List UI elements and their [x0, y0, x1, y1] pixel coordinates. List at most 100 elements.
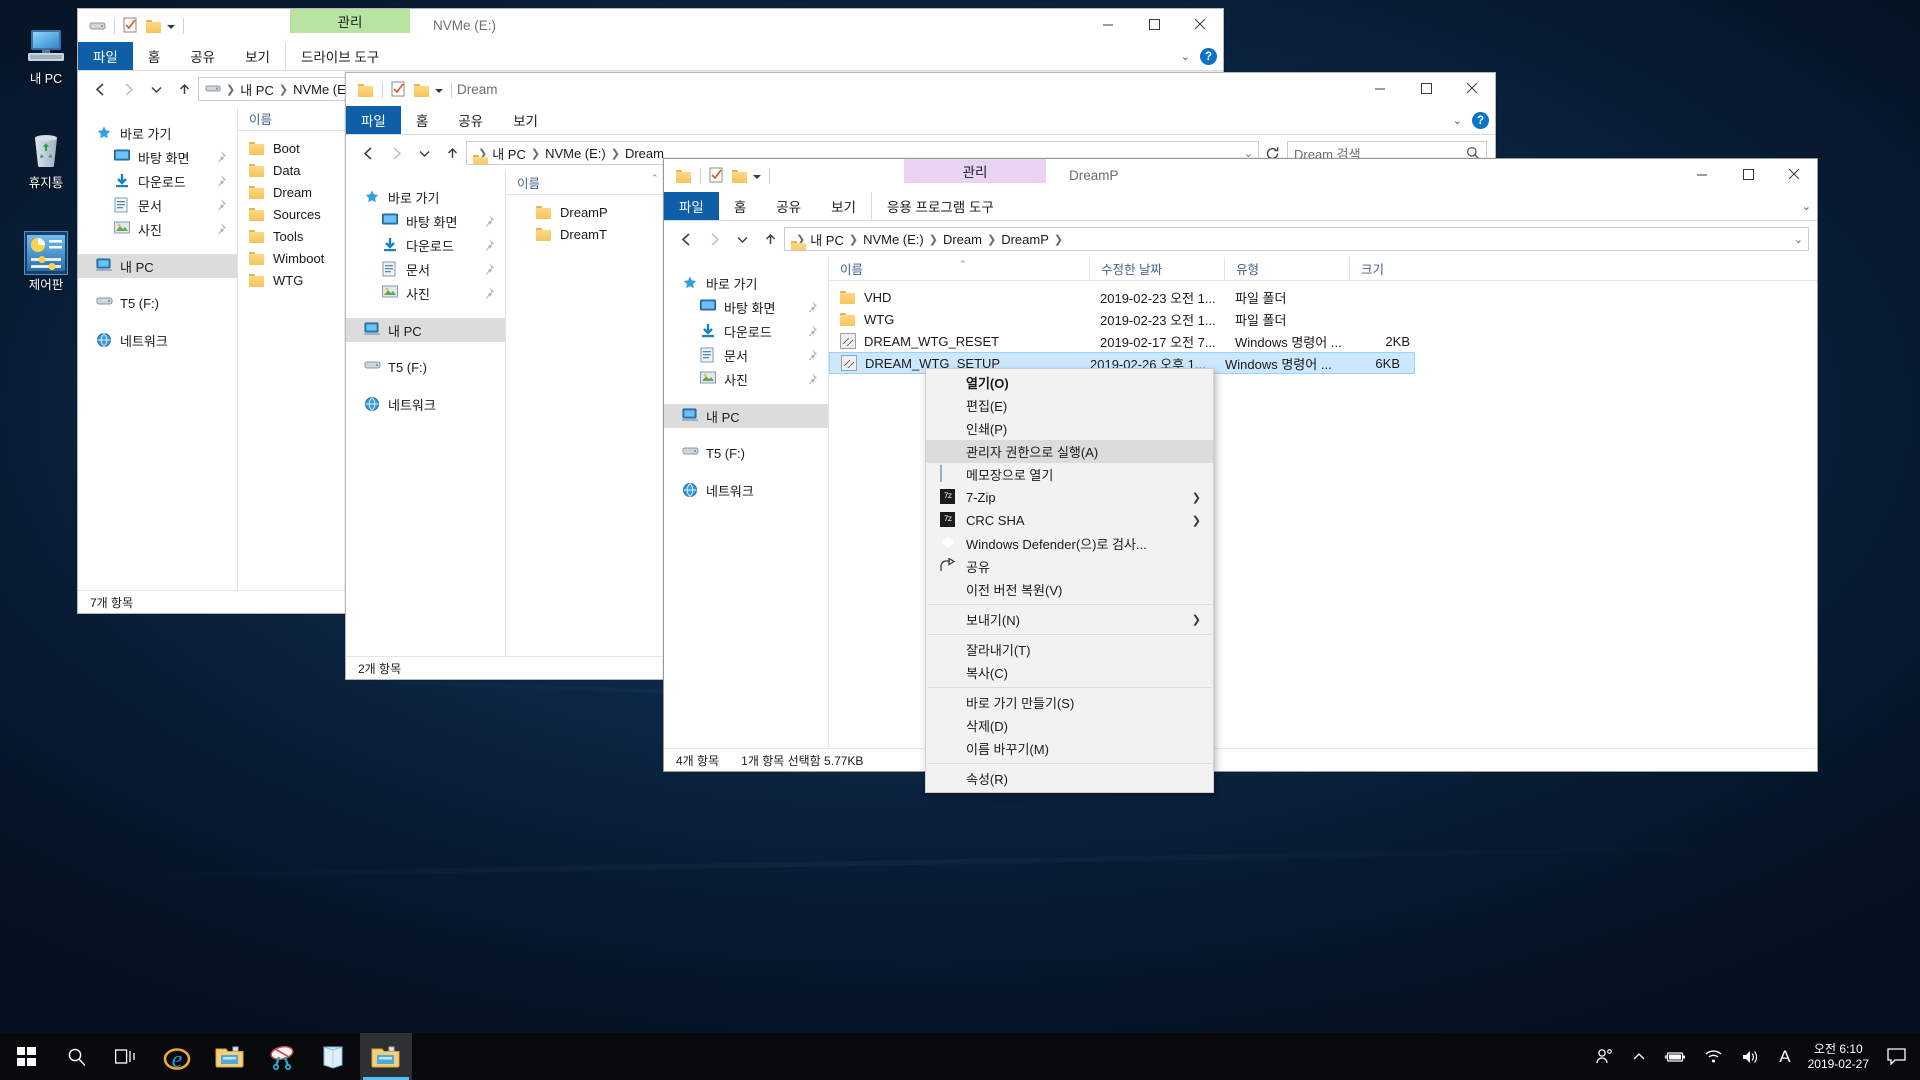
tab-share[interactable]: 공유 — [761, 192, 816, 220]
breadcrumb-item[interactable]: Dream — [939, 232, 986, 247]
taskbar[interactable]: e A 오전 6:10 2019-02-27 — [0, 1033, 1920, 1080]
close-button[interactable] — [1771, 159, 1817, 190]
properties-icon[interactable] — [709, 167, 726, 184]
tab-home[interactable]: 홈 — [719, 192, 761, 220]
nav-quick-access[interactable]: 바로 가기 — [664, 271, 828, 295]
maximize-button[interactable] — [1725, 159, 1771, 190]
qat-chevron-down-icon[interactable] — [435, 88, 443, 93]
nav-item-this-pc[interactable]: 내 PC — [346, 318, 505, 342]
tab-home[interactable]: 홈 — [401, 106, 443, 134]
ribbon-right-controls[interactable]: ⌄ ? — [1453, 106, 1489, 135]
nav-item-pictures[interactable]: 사진 — [78, 217, 237, 241]
nav-item-network[interactable]: 네트워크 — [664, 478, 828, 502]
context-menu-item[interactable]: 7z 7-Zip ❯ — [926, 486, 1213, 509]
column-date-modified[interactable]: 수정한 날짜 — [1089, 256, 1224, 281]
column-type[interactable]: 유형 — [1224, 256, 1349, 281]
navigation-pane[interactable]: 바로 가기 바탕 화면 다운로드 문서 사진 내 PC T5 (F:) 네트워크 — [346, 171, 506, 656]
pin-icon[interactable] — [214, 174, 227, 187]
pin-icon[interactable] — [214, 198, 227, 211]
column-name[interactable]: 이름 ⌃ — [829, 257, 1089, 281]
close-button[interactable] — [1449, 73, 1495, 104]
breadcrumb-item[interactable]: 내 PC — [806, 230, 848, 249]
nav-item-network[interactable]: 네트워크 — [78, 328, 237, 352]
table-row[interactable]: VHD 2019-02-23 오전 1... 파일 폴더 — [829, 286, 1817, 308]
pin-icon[interactable] — [482, 262, 495, 275]
back-button[interactable] — [86, 75, 114, 103]
maximize-button[interactable] — [1131, 9, 1177, 40]
help-icon[interactable]: ? — [1200, 48, 1217, 65]
qat-chevron-down-icon[interactable] — [167, 24, 175, 29]
clock[interactable]: 오전 6:10 2019-02-27 — [1800, 1042, 1881, 1072]
titlebar[interactable]: 관리 DreamP — [664, 159, 1817, 192]
quick-access-toolbar[interactable] — [664, 159, 773, 192]
nav-quick-access[interactable]: 바로 가기 — [346, 185, 505, 209]
contextual-tab-manage[interactable]: 관리 — [290, 9, 410, 33]
search-button[interactable] — [52, 1033, 101, 1080]
nav-item-desktop[interactable]: 바탕 화면 — [346, 209, 505, 233]
pin-icon[interactable] — [805, 300, 818, 313]
nav-item-documents[interactable]: 문서 — [346, 257, 505, 281]
pin-icon[interactable] — [214, 150, 227, 163]
nav-item-documents[interactable]: 문서 — [78, 193, 237, 217]
tab-file[interactable]: 파일 — [664, 192, 719, 220]
people-button[interactable] — [1586, 1033, 1623, 1080]
context-menu-item[interactable]: 이전 버전 복원(V) — [926, 578, 1213, 601]
nav-item-pictures[interactable]: 사진 — [664, 367, 828, 391]
pin-icon[interactable] — [805, 348, 818, 361]
forward-button[interactable] — [700, 225, 728, 253]
quick-access-toolbar[interactable] — [346, 73, 455, 106]
ribbon-collapse-chevron-icon[interactable]: ⌄ — [1802, 200, 1811, 213]
breadcrumb-dropdown-icon[interactable]: ⌄ — [1793, 233, 1804, 246]
breadcrumb[interactable]: ❯ 내 PC ❯ NVMe (E:) ❯ Dream ❯ DreamP ❯ ⌄ — [784, 227, 1809, 251]
up-button[interactable] — [756, 225, 784, 253]
breadcrumb-item[interactable]: 내 PC — [236, 80, 278, 99]
context-menu-item[interactable]: 복사(C) — [926, 661, 1213, 684]
context-menu-item[interactable]: 열기(O) — [926, 371, 1213, 394]
maximize-button[interactable] — [1403, 73, 1449, 104]
properties-icon[interactable] — [391, 81, 408, 98]
nav-item-downloads[interactable]: 다운로드 — [664, 319, 828, 343]
up-button[interactable] — [438, 139, 466, 167]
table-row[interactable]: DREAM_WTG_RESET 2019-02-17 오전 7... Windows… — [829, 330, 1817, 352]
context-menu-item[interactable]: Windows Defender(으)로 검사... — [926, 532, 1213, 555]
explorer-window-dreamp[interactable]: 관리 DreamP 파일 홈 공유 보기 응용 프로그램 도구 ⌄ ❯ 내 PC… — [663, 158, 1818, 772]
file-explorer-button[interactable] — [204, 1033, 256, 1080]
file-context-menu[interactable]: 열기(O) 편집(E) 인쇄(P) 관리자 권한으로 실행(A) 메모장으로 열기 7z 7… — [925, 368, 1214, 793]
tab-view[interactable]: 보기 — [498, 106, 553, 134]
context-menu-item[interactable]: 속성(R) — [926, 767, 1213, 790]
titlebar[interactable]: 관리 NVMe (E:) — [78, 9, 1223, 42]
new-folder-icon[interactable] — [413, 81, 430, 98]
tab-view[interactable]: 보기 — [816, 192, 871, 220]
tab-application-tools[interactable]: 응용 프로그램 도구 — [870, 192, 1009, 220]
volume-button[interactable] — [1732, 1033, 1770, 1080]
network-button[interactable] — [1695, 1033, 1732, 1080]
window-controls[interactable] — [1679, 159, 1817, 190]
nav-item-pictures[interactable]: 사진 — [346, 281, 505, 305]
column-size[interactable]: 크기 — [1349, 256, 1424, 281]
back-button[interactable] — [672, 225, 700, 253]
breadcrumb-item[interactable]: 내 PC — [488, 144, 530, 163]
help-icon[interactable]: ? — [1472, 112, 1489, 129]
nav-item-desktop[interactable]: 바탕 화면 — [78, 145, 237, 169]
file-explorer-active-button[interactable] — [360, 1033, 412, 1080]
pin-icon[interactable] — [805, 324, 818, 337]
properties-icon[interactable] — [123, 17, 140, 34]
notepad-button[interactable] — [308, 1033, 360, 1080]
up-button[interactable] — [170, 75, 198, 103]
forward-button[interactable] — [382, 139, 410, 167]
context-menu-item[interactable]: 인쇄(P) — [926, 417, 1213, 440]
tab-drive-tools[interactable]: 드라이브 도구 — [284, 42, 394, 70]
nav-item-t5-drive[interactable]: T5 (F:) — [664, 441, 828, 465]
tab-home[interactable]: 홈 — [133, 42, 175, 70]
window-controls[interactable] — [1085, 9, 1223, 40]
breadcrumb-item[interactable]: NVMe (E:) — [541, 146, 610, 161]
context-menu-item[interactable]: 공유 — [926, 555, 1213, 578]
qat-chevron-down-icon[interactable] — [753, 174, 761, 179]
ribbon-tabs[interactable]: 파일 홈 공유 보기 ⌄ ? — [346, 106, 1495, 135]
back-button[interactable] — [354, 139, 382, 167]
minimize-button[interactable] — [1679, 159, 1725, 190]
file-list[interactable]: VHD 2019-02-23 오전 1... 파일 폴더 WTG 2019-02-23 … — [829, 281, 1817, 374]
context-menu-item[interactable]: 보내기(N) ❯ — [926, 608, 1213, 631]
nav-item-desktop[interactable]: 바탕 화면 — [664, 295, 828, 319]
action-center-button[interactable] — [1881, 1033, 1920, 1080]
